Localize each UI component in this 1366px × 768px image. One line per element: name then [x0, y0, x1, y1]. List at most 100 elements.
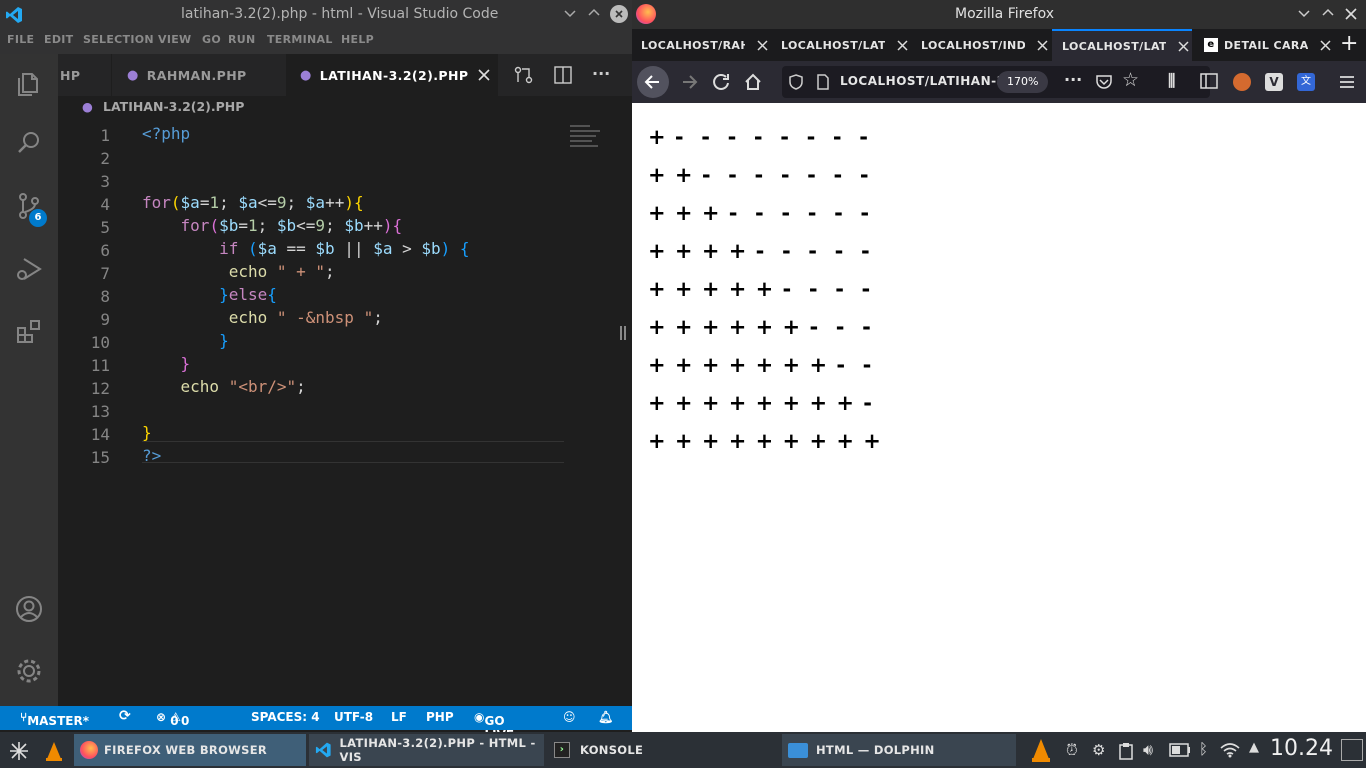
new-tab-plus-icon[interactable]: + — [1340, 31, 1358, 56]
indentation-status[interactable]: SPACES: 4 — [251, 710, 320, 724]
taskbar-item-konsole[interactable]: › KONSOLE — [548, 734, 776, 766]
home-icon[interactable] — [737, 66, 769, 98]
tab-latihan[interactable]: ● LATIHAN-3.2(2).PHP — [286, 54, 498, 96]
bluetooth-icon[interactable]: ᛒ — [1199, 740, 1208, 758]
firefox-tab-active[interactable]: LOCALHOST/LATI — [1052, 29, 1192, 61]
branch-status[interactable]: ⑂ MASTER* — [20, 710, 89, 728]
vlc-cone-icon[interactable] — [43, 740, 65, 762]
notifications-bell-icon[interactable]: 🔔︎ — [598, 710, 613, 724]
menu-file[interactable]: FILE — [7, 33, 34, 46]
tab-hp[interactable]: HP — [58, 54, 112, 96]
menu-help[interactable]: HELP — [341, 33, 374, 46]
firefox-tab[interactable]: e DETAIL CARA — [1194, 29, 1332, 61]
zoom-level[interactable]: 170% — [997, 71, 1049, 93]
pocket-icon[interactable] — [1095, 73, 1113, 91]
reload-icon[interactable] — [705, 66, 737, 98]
back-button[interactable] — [637, 66, 669, 98]
status-bar: ⑂ MASTER* ⟳ ⊗ 0 ⚠ 0 SPACES: 4 UTF-8 LF P… — [0, 706, 632, 742]
hamburger-menu-icon[interactable] — [1338, 73, 1356, 91]
url-text[interactable]: LOCALHOST/LATIHAN-3 — [840, 74, 1005, 88]
chevron-down-icon[interactable] — [563, 9, 577, 19]
extension-avatar-icon[interactable] — [1233, 73, 1251, 91]
menu-edit[interactable]: EDIT — [44, 33, 73, 46]
vscode-titlebar: latihan-3.2(2).php - html - Visual Studi… — [0, 0, 632, 29]
menu-run[interactable]: RUN — [228, 33, 256, 46]
show-desktop-button[interactable] — [1341, 739, 1363, 761]
language-status[interactable]: PHP — [426, 710, 454, 724]
chevron-up-icon[interactable] — [587, 7, 601, 17]
close-icon[interactable] — [1178, 40, 1189, 52]
breadcrumb-file[interactable]: LATIHAN-3.2(2).PHP — [103, 99, 244, 114]
clock[interactable]: 10.24 — [1270, 736, 1333, 761]
firefox-tab[interactable]: LOCALHOST/RAH — [632, 29, 770, 61]
app-launcher-icon[interactable] — [8, 740, 30, 762]
arrow-left-icon — [644, 75, 659, 89]
menu-go[interactable]: GO — [202, 33, 221, 46]
address-bar[interactable]: LOCALHOST/LATIHAN-3 170% ··· ☆ — [782, 66, 1210, 98]
network-settings-icon[interactable]: ⚙︎ — [1092, 741, 1105, 759]
tray-expand-icon[interactable]: ▲ — [1249, 740, 1259, 755]
menu-view[interactable]: VIEW — [158, 33, 191, 46]
bookmark-star-icon[interactable]: ☆ — [1122, 69, 1139, 91]
tab-title: LOCALHOST/LATI — [1062, 39, 1166, 53]
close-window-button[interactable] — [610, 5, 628, 23]
menu-terminal[interactable]: TERMINAL — [267, 33, 333, 46]
page-actions-icon[interactable]: ··· — [1064, 70, 1082, 89]
resize-handle[interactable] — [620, 326, 626, 340]
clipboard-icon[interactable] — [1119, 742, 1133, 760]
split-editor-icon[interactable] — [554, 66, 572, 84]
sync-icon[interactable]: ⟳ — [119, 708, 131, 724]
code-line: echo " -&nbsp "; — [228, 308, 383, 327]
firefox-tab[interactable]: LOCALHOST/INDI — [912, 29, 1050, 61]
library-icon[interactable]: ⫼ — [1168, 71, 1175, 91]
wifi-icon[interactable] — [1219, 742, 1241, 758]
taskbar-item-dolphin[interactable]: HTML — DOLPHIN — [782, 734, 1016, 766]
more-actions-icon[interactable]: ··· — [592, 64, 610, 83]
translate-icon[interactable]: 文 — [1297, 73, 1315, 91]
taskbar-label: KONSOLE — [580, 743, 644, 757]
vlc-cone-icon[interactable] — [1029, 737, 1053, 763]
close-icon[interactable] — [1320, 39, 1331, 51]
firefox-window: Mozilla Firefox LOCALHOST/RAH LOCALHOST/… — [632, 0, 1366, 732]
search-button[interactable] — [0, 118, 58, 168]
volume-icon[interactable]: 🔊︎ — [1143, 740, 1153, 760]
close-icon[interactable] — [478, 69, 490, 81]
chevron-up-icon[interactable] — [1321, 7, 1335, 17]
chevron-down-icon[interactable] — [1297, 9, 1311, 19]
close-icon[interactable] — [757, 39, 768, 51]
problems-status[interactable]: ⊗ 0 ⚠ 0 — [156, 710, 189, 728]
code-editor[interactable]: 1 2 3 4 5 6 7 8 9 10 11 12 13 14 15 <?ph… — [58, 118, 632, 706]
extensions-button[interactable] — [0, 307, 58, 357]
go-live-button[interactable]: ◉ GO LIVE — [474, 710, 514, 742]
page-content: + - - - - - - - - + + - - - - - - - + + … — [632, 103, 1366, 732]
feedback-icon[interactable]: ☺ — [563, 710, 576, 724]
run-debug-button[interactable] — [0, 244, 58, 294]
close-icon[interactable] — [1344, 7, 1358, 21]
eol-status[interactable]: LF — [391, 710, 407, 724]
source-control-button[interactable]: 6 — [0, 181, 58, 231]
minimap[interactable] — [570, 122, 610, 152]
shield-icon[interactable] — [788, 73, 804, 91]
encoding-status[interactable]: UTF-8 — [334, 710, 373, 724]
settings-button[interactable] — [0, 646, 58, 696]
extension-v-icon[interactable]: V — [1265, 73, 1283, 91]
taskbar-item-firefox[interactable]: FIREFOX WEB BROWSER — [74, 734, 306, 766]
line-number: 5 — [100, 218, 110, 237]
explorer-button[interactable] — [0, 58, 58, 108]
compare-changes-icon[interactable] — [514, 66, 534, 84]
close-icon[interactable] — [897, 39, 908, 51]
arrow-right-icon[interactable] — [673, 66, 705, 98]
code-line: } — [219, 331, 229, 350]
tab-label: RAHMAN.PHP — [146, 67, 247, 83]
firefox-tab[interactable]: LOCALHOST/LATI — [772, 29, 910, 61]
taskbar-item-vscode[interactable]: LATIHAN-3.2(2).PHP - HTML - VIS — [309, 734, 544, 766]
close-icon[interactable] — [1037, 39, 1048, 51]
battery-icon[interactable] — [1169, 743, 1191, 757]
sidebar-icon[interactable] — [1200, 73, 1218, 89]
line-number: 8 — [100, 287, 110, 306]
alarm-icon[interactable]: ⏰︎ — [1066, 741, 1078, 759]
line-number: 13 — [90, 402, 110, 421]
menu-selection[interactable]: SELECTION — [83, 33, 154, 46]
accounts-button[interactable] — [0, 584, 58, 634]
tab-rahman[interactable]: ● RAHMAN.PHP — [113, 54, 285, 96]
